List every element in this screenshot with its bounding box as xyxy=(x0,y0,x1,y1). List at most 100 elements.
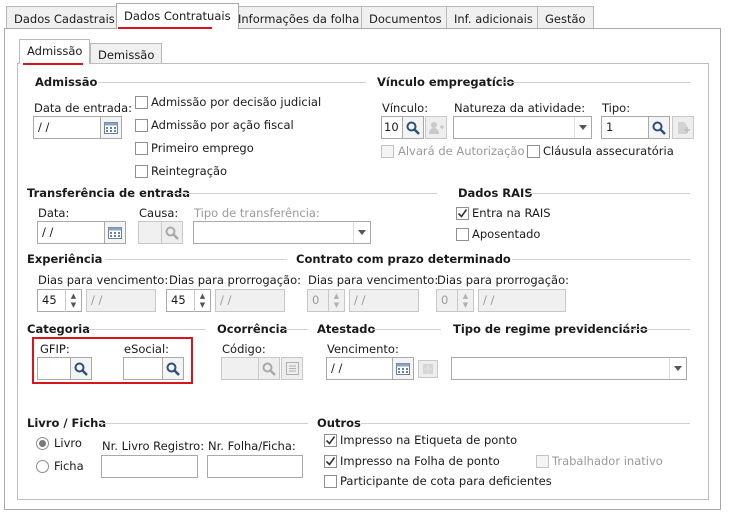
clausula-label: Cláusula assecuratória xyxy=(543,144,674,158)
ficha-radio[interactable] xyxy=(36,460,49,473)
nr-folha-label: Nr. Folha/Ficha: xyxy=(208,439,296,453)
divider xyxy=(529,193,690,194)
contrato-vencimento-label: Dias para vencimento: xyxy=(308,273,439,287)
tab-informacoes-folha[interactable]: Informações da folha xyxy=(230,6,368,29)
section-outros-title: Outros xyxy=(317,416,361,430)
natureza-label: Natureza da atividade: xyxy=(454,101,586,115)
codigo-search-button[interactable] xyxy=(258,357,280,380)
vinculo-add-button[interactable] xyxy=(425,116,447,139)
data-entrada-label: Data de entrada: xyxy=(34,101,133,115)
causa-input[interactable] xyxy=(138,221,162,244)
spinner-arrows[interactable]: ▲ ▼ xyxy=(457,289,473,312)
spinner-arrows[interactable]: ▲ ▼ xyxy=(328,289,344,312)
aposentado-label: Aposentado xyxy=(472,227,541,241)
spinner-arrows[interactable]: ▲ ▼ xyxy=(65,289,81,312)
nr-livro-label: Nr. Livro Registro: xyxy=(102,439,205,453)
esocial-label: eSocial: xyxy=(124,342,170,356)
tipo-search-button[interactable] xyxy=(648,116,670,139)
exp-vencimento-value: 45 xyxy=(42,293,57,307)
tipo-transferencia-select[interactable] xyxy=(193,221,371,244)
causa-label: Causa: xyxy=(139,206,179,220)
tipo-add-button[interactable] xyxy=(672,116,694,139)
tab-dados-cadastrais[interactable]: Dados Cadastrais xyxy=(6,6,123,29)
section-livro-title: Livro / Ficha xyxy=(27,416,107,430)
section-experiencia-title: Experiência xyxy=(27,252,103,266)
gfip-input[interactable] xyxy=(37,357,71,380)
divider xyxy=(172,193,437,194)
tab-documentos[interactable]: Documentos xyxy=(361,6,450,29)
subtab-demissao[interactable]: Demissão xyxy=(90,43,163,65)
tipo-input[interactable]: 1 xyxy=(601,116,649,139)
chevron-down-icon xyxy=(669,358,686,379)
tipo-label: Tipo: xyxy=(602,101,631,115)
exp-prorrogacao-date: / / xyxy=(215,289,285,312)
contrato-vencimento-value: 0 xyxy=(312,293,320,307)
subtab-admissao[interactable]: Admissão xyxy=(19,39,91,64)
search-icon xyxy=(262,362,276,376)
divider xyxy=(105,259,287,260)
active-tab-underline xyxy=(118,27,212,29)
chevron-down-icon xyxy=(574,117,591,138)
divider xyxy=(100,423,308,424)
codigo-list-button[interactable] xyxy=(281,357,303,380)
admissao-judicial-checkbox[interactable] xyxy=(135,96,148,109)
chevron-down-icon xyxy=(353,222,370,243)
search-icon xyxy=(165,226,179,240)
gfip-search-button[interactable] xyxy=(70,357,92,380)
calendar-button[interactable] xyxy=(392,357,414,380)
nr-livro-input[interactable] xyxy=(101,455,198,478)
entra-rais-label: Entra na RAIS xyxy=(472,206,551,220)
calendar-button[interactable] xyxy=(100,116,122,139)
primeiro-emprego-checkbox[interactable] xyxy=(135,142,148,155)
reintegracao-label: Reintegração xyxy=(151,164,228,178)
divider xyxy=(500,82,690,83)
vinculo-search-button[interactable] xyxy=(402,116,424,139)
causa-search-button[interactable] xyxy=(161,221,183,244)
aposentado-checkbox[interactable] xyxy=(456,228,469,241)
add-user-icon xyxy=(429,121,444,134)
esocial-input[interactable] xyxy=(123,357,163,380)
tab-gestao[interactable]: Gestão xyxy=(537,6,594,29)
tab-inf-adicionais[interactable]: Inf. adicionais xyxy=(446,6,541,29)
gfip-label: GFIP: xyxy=(40,342,70,356)
nr-folha-input[interactable] xyxy=(207,455,303,478)
divider xyxy=(512,259,690,260)
esocial-search-button[interactable] xyxy=(162,357,184,380)
primeiro-emprego-label: Primeiro emprego xyxy=(151,141,254,155)
vinculo-input[interactable]: 10 xyxy=(381,116,403,139)
spinner-arrows[interactable]: ▲ ▼ xyxy=(194,289,210,312)
contrato-vencimento-date: / / xyxy=(349,289,419,312)
folha-ponto-checkbox[interactable] xyxy=(324,455,337,468)
divider xyxy=(373,329,441,330)
reintegracao-checkbox[interactable] xyxy=(135,165,148,178)
radio-dot xyxy=(39,440,46,447)
data-entrada-input[interactable]: / / xyxy=(33,116,101,139)
natureza-select[interactable] xyxy=(453,116,592,139)
section-regime-title: Tipo de regime previdenciário xyxy=(453,322,648,336)
calendar-button[interactable] xyxy=(104,221,126,244)
transferencia-data-input[interactable]: / / xyxy=(37,221,105,244)
trabalhador-inativo-checkbox[interactable] xyxy=(536,455,549,468)
codigo-input[interactable] xyxy=(221,357,259,380)
exp-vencimento-date: / / xyxy=(86,289,156,312)
atestado-vencimento-label: Vencimento: xyxy=(327,342,399,356)
etiqueta-ponto-checkbox[interactable] xyxy=(324,434,337,447)
clausula-checkbox[interactable] xyxy=(527,145,540,158)
section-atestado-title: Atestado xyxy=(317,322,376,336)
divider xyxy=(625,329,690,330)
section-contrato-title: Contrato com prazo determinado xyxy=(296,252,511,266)
atestado-vencimento-input[interactable]: / / xyxy=(326,357,393,380)
calendar-icon xyxy=(396,363,410,375)
tab-dados-contratuais[interactable]: Dados Contratuais xyxy=(116,3,239,29)
transferencia-data-label: Data: xyxy=(38,206,70,220)
admissao-fiscal-checkbox[interactable] xyxy=(135,119,148,132)
divider xyxy=(361,423,690,424)
codigo-label: Código: xyxy=(222,342,266,356)
alvara-checkbox[interactable] xyxy=(381,145,394,158)
regime-select[interactable] xyxy=(451,357,687,380)
contrato-prorrogacao-value: 0 xyxy=(441,293,449,307)
atestado-add-button[interactable] xyxy=(418,360,438,378)
cota-deficientes-checkbox[interactable] xyxy=(324,475,337,488)
entra-rais-checkbox[interactable] xyxy=(456,207,469,220)
livro-radio[interactable] xyxy=(36,437,49,450)
